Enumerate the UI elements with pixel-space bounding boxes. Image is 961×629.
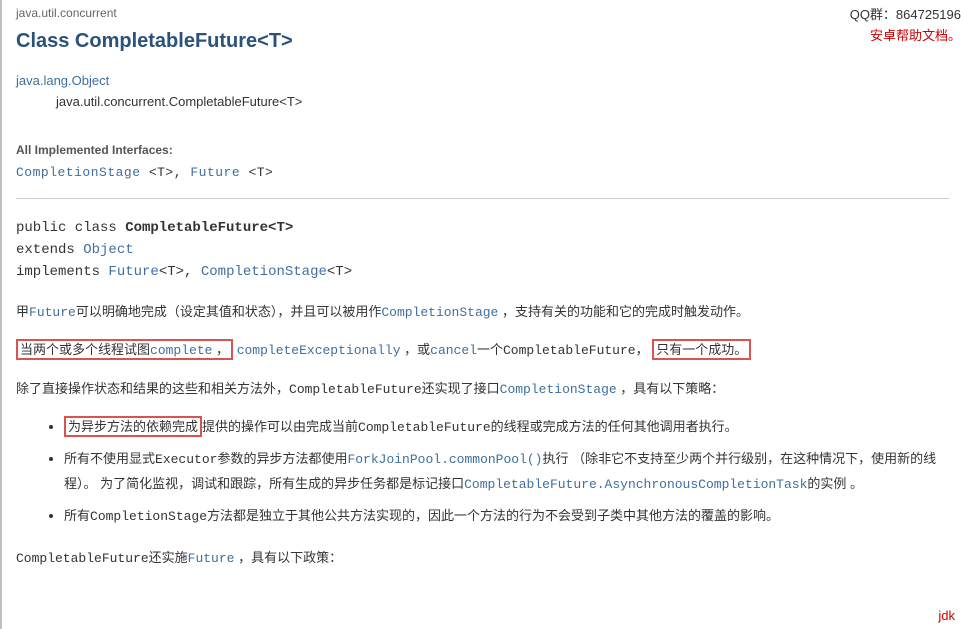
completionstage-link[interactable]: CompletionStage — [381, 305, 498, 320]
policy-list: 为异步方法的依赖完成提供的操作可以由完成当前CompletableFuture的… — [16, 415, 949, 530]
cancel-link[interactable]: cancel — [430, 343, 477, 358]
generic-text: <T>, — [141, 165, 191, 180]
hierarchy-child: java.util.concurrent.CompletableFuture<T… — [16, 92, 949, 113]
object-link[interactable]: Object — [83, 242, 133, 258]
paragraph-1: 甲Future可以明确地完成（设定其值和状态），并且可以被用作Completio… — [16, 300, 949, 324]
hierarchy-root-link[interactable]: java.lang.Object — [16, 73, 109, 88]
qq-group: QQ群：864725196 — [850, 4, 961, 23]
highlight-box-3: 为异步方法的依赖完成 — [64, 416, 202, 437]
interfaces-list: CompletionStage <T>, Future <T> — [16, 165, 949, 180]
complete-link[interactable]: complete — [150, 343, 212, 358]
completionstage-link[interactable]: CompletionStage — [16, 165, 141, 180]
completionstage-link[interactable]: CompletionStage — [201, 264, 327, 280]
paragraph-4: CompletableFuture还实施Future ，具有以下政策： — [16, 546, 949, 570]
future-link[interactable]: Future — [108, 264, 158, 280]
interfaces-label: All Implemented Interfaces: — [16, 143, 949, 157]
doc-page: QQ群：864725196 安卓帮助文档。 java.util.concurre… — [0, 0, 961, 629]
future-link[interactable]: Future — [190, 165, 240, 180]
highlight-box-1: 当两个或多个线程试图complete ， — [16, 339, 233, 360]
highlight-box-2: 只有一个成功。 — [652, 339, 751, 360]
paragraph-3: 除了直接操作状态和结果的这些和相关方法外，CompletableFuture还实… — [16, 377, 949, 401]
list-item: 为异步方法的依赖完成提供的操作可以由完成当前CompletableFuture的… — [64, 415, 949, 441]
class-signature: public class CompletableFuture<T> extend… — [16, 217, 949, 284]
future-link[interactable]: Future — [188, 551, 235, 566]
divider — [16, 198, 949, 199]
future-link[interactable]: Future — [29, 305, 76, 320]
async-task-link[interactable]: CompletableFuture.AsynchronousCompletion… — [464, 477, 807, 492]
class-hierarchy: java.lang.Object java.util.concurrent.Co… — [16, 71, 949, 113]
paragraph-2: 当两个或多个线程试图complete ， completeExceptional… — [16, 338, 949, 362]
class-title: Class CompletableFuture<T> — [16, 30, 949, 53]
package-name: java.util.concurrent — [16, 6, 949, 20]
complete-exceptionally-link[interactable]: completeExceptionally — [237, 343, 401, 358]
top-right-notice: QQ群：864725196 安卓帮助文档。 — [850, 4, 961, 44]
generic-text: <T> — [240, 165, 273, 180]
forkjoinpool-link[interactable]: ForkJoinPool.commonPool() — [347, 452, 542, 467]
jdk-label: jdk — [938, 608, 955, 623]
list-item: 所有不使用显式Executor参数的异步方法都使用ForkJoinPool.co… — [64, 447, 949, 498]
android-doc-label: 安卓帮助文档。 — [850, 25, 961, 44]
list-item: 所有CompletionStage方法都是独立于其他公共方法实现的，因此一个方法… — [64, 504, 949, 530]
completionstage-link[interactable]: CompletionStage — [500, 382, 617, 397]
